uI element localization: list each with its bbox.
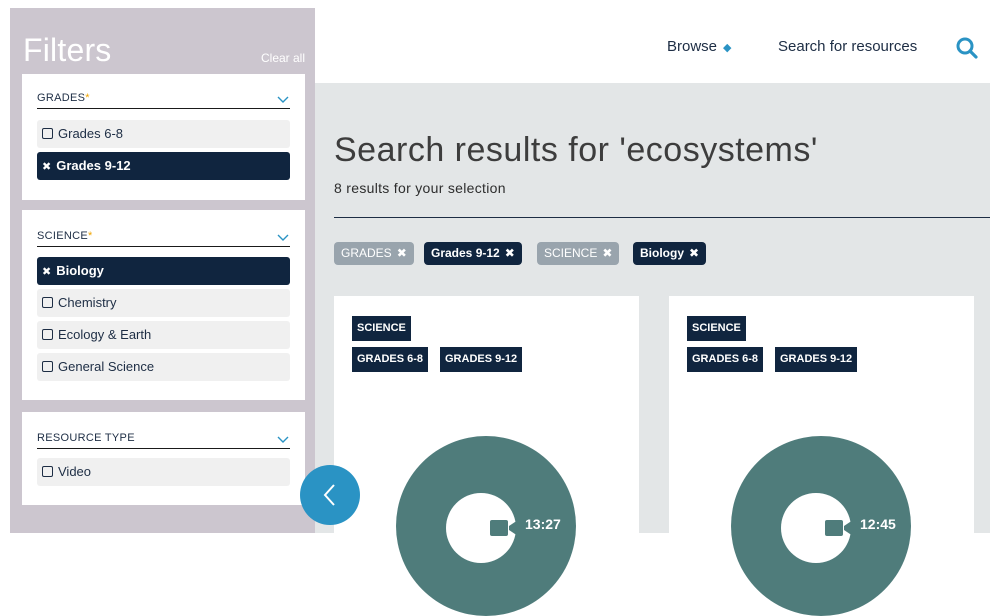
filter-option-ecology-earth[interactable]: Ecology & Earth xyxy=(37,321,290,349)
filter-option-video[interactable]: Video xyxy=(37,458,290,486)
sort-arrows-icon: ◆ xyxy=(723,42,732,54)
subject-tag: SCIENCE xyxy=(687,316,746,341)
search-icon[interactable] xyxy=(955,36,979,60)
filter-group-resource-type: RESOURCE TYPE Video xyxy=(22,412,305,505)
filter-group-science: SCIENCE* ✖ Biology Chemistry Ecology & Ea… xyxy=(22,210,305,400)
active-filter-chip[interactable]: GRADES ✖ xyxy=(334,242,414,265)
required-star: * xyxy=(85,92,90,104)
results-area: Search results for 'ecosystems' 8 result… xyxy=(315,83,990,616)
close-icon[interactable]: ✖ xyxy=(602,246,612,260)
filters-title: Filters xyxy=(23,32,112,68)
sidebar-header: Filters Clear all xyxy=(10,8,315,74)
filter-group-label: RESOURCE TYPE xyxy=(37,432,135,444)
close-icon[interactable]: ✖ xyxy=(397,246,407,260)
page-title: Search results for 'ecosystems' xyxy=(334,131,818,169)
video-thumbnail[interactable]: 12:45 xyxy=(731,436,911,616)
grade-tag: GRADES 9-12 xyxy=(440,347,523,372)
results-count: 8 results for your selection xyxy=(334,180,506,196)
filter-option-biology[interactable]: ✖ Biology xyxy=(37,257,290,285)
grade-tag: GRADES 9-12 xyxy=(775,347,858,372)
active-filter-chip[interactable]: Biology ✖ xyxy=(633,242,707,265)
close-icon: ✖ xyxy=(42,266,52,278)
subject-tag: SCIENCE xyxy=(352,316,411,341)
resource-card[interactable]: SCIENCE GRADES 6-8 GRADES 9-12 13:27 xyxy=(334,296,639,616)
checkbox-icon xyxy=(42,361,53,372)
chevron-left-icon xyxy=(323,484,335,506)
video-camera-icon xyxy=(825,520,853,536)
chevron-down-icon[interactable] xyxy=(276,92,290,106)
active-filter-chip[interactable]: SCIENCE ✖ xyxy=(537,242,620,265)
search-link[interactable]: Search for resources xyxy=(778,38,917,55)
checkbox-icon xyxy=(42,329,53,340)
close-icon[interactable]: ✖ xyxy=(505,246,515,260)
chevron-down-icon[interactable] xyxy=(276,432,290,446)
filter-option-general-science[interactable]: General Science xyxy=(37,353,290,381)
clear-all-link[interactable]: Clear all xyxy=(261,51,305,65)
filter-option-grades-9-12[interactable]: ✖ Grades 9-12 xyxy=(37,152,290,180)
grade-tag: GRADES 6-8 xyxy=(352,347,429,372)
filter-group-header[interactable]: GRADES* xyxy=(37,86,290,109)
filter-option-grades-6-8[interactable]: Grades 6-8 xyxy=(37,120,290,148)
filter-group-label: GRADES* xyxy=(37,92,90,104)
video-thumbnail[interactable]: 13:27 xyxy=(396,436,576,616)
video-duration: 13:27 xyxy=(525,516,561,532)
filter-group-grades: GRADES* Grades 6-8 ✖ Grades 9-12 xyxy=(22,74,305,200)
video-camera-icon xyxy=(490,520,518,536)
active-filter-chip[interactable]: Grades 9-12 ✖ xyxy=(424,242,522,265)
required-star: * xyxy=(88,230,93,242)
browse-menu[interactable]: Browse ◆ xyxy=(667,38,732,55)
divider xyxy=(334,217,990,218)
filter-group-header[interactable]: SCIENCE* xyxy=(37,224,290,247)
resource-card[interactable]: SCIENCE GRADES 6-8 GRADES 9-12 12:45 xyxy=(669,296,974,616)
close-icon[interactable]: ✖ xyxy=(689,246,699,260)
checkbox-icon xyxy=(42,297,53,308)
filter-option-chemistry[interactable]: Chemistry xyxy=(37,289,290,317)
checkbox-icon xyxy=(42,128,53,139)
video-duration: 12:45 xyxy=(860,516,896,532)
collapse-sidebar-button[interactable] xyxy=(300,465,360,525)
checkbox-icon xyxy=(42,466,53,477)
top-nav: Browse ◆ Search for resources xyxy=(315,8,990,83)
chevron-down-icon[interactable] xyxy=(276,230,290,244)
filters-sidebar: Filters Clear all GRADES* Grades 6-8 ✖ Gr… xyxy=(10,8,315,533)
close-icon: ✖ xyxy=(42,161,52,173)
filter-group-header[interactable]: RESOURCE TYPE xyxy=(37,426,290,449)
grade-tag: GRADES 6-8 xyxy=(687,347,764,372)
filter-group-label: SCIENCE* xyxy=(37,230,93,242)
